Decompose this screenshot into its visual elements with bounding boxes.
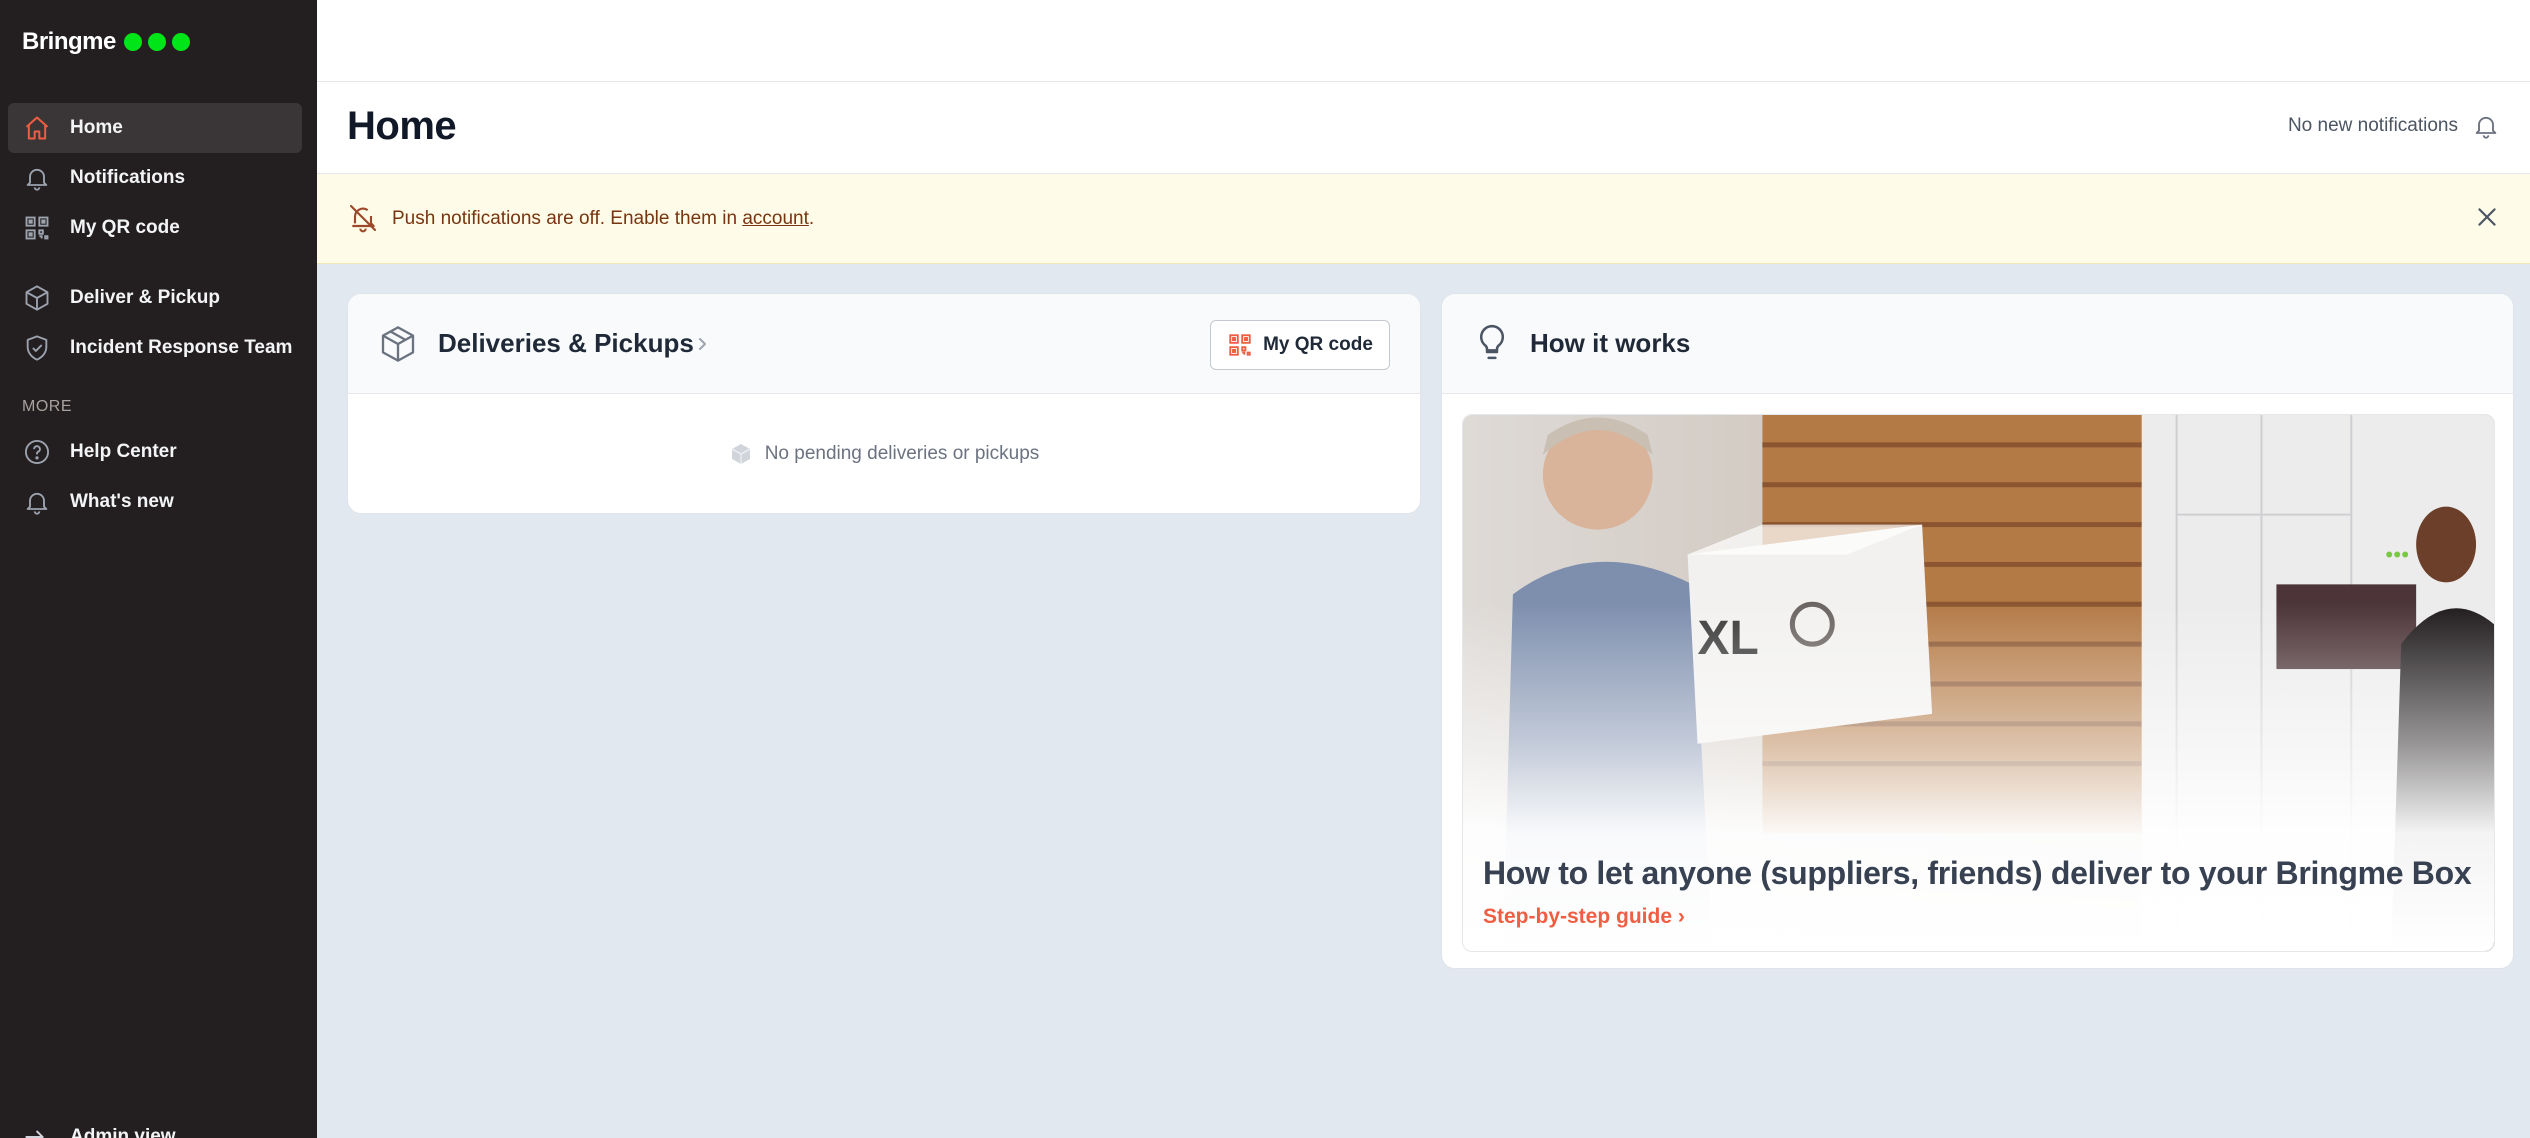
qr-code-icon [22, 213, 52, 243]
deliveries-card: Deliveries & Pickups My QR code No pendi… [347, 293, 1421, 514]
sidebar-item-notifications[interactable]: Notifications [8, 153, 302, 203]
how-it-works-header: How it works [1442, 294, 2513, 394]
chevron-right-icon[interactable] [691, 330, 715, 358]
empty-state: No pending deliveries or pickups [348, 442, 1420, 466]
sidebar: Bringme Home Notifications My QR code De… [0, 0, 317, 1138]
sidebar-item-label: Incident Response Team [70, 337, 293, 358]
arrow-right-icon [22, 1122, 52, 1138]
sidebar-item-label: Notifications [70, 167, 186, 188]
brand-dots [123, 33, 190, 51]
sidebar-item-deliver-pickup[interactable]: Deliver & Pickup [8, 273, 302, 323]
box-icon [381, 326, 415, 362]
sidebar-item-label: Help Center [70, 441, 177, 462]
brand-dot [171, 33, 190, 51]
deliveries-card-header: Deliveries & Pickups My QR code [348, 294, 1420, 394]
banner-text-end: . [808, 208, 815, 229]
how-it-works-title: How it works [1530, 328, 1691, 358]
sidebar-item-incident-response[interactable]: Incident Response Team [8, 323, 302, 373]
sidebar-item-label: Deliver & Pickup [70, 287, 220, 308]
brand-dot [123, 33, 142, 51]
step-by-step-link[interactable]: Step-by-step guide › [1483, 905, 1685, 929]
sidebar-item-label: What's new [70, 491, 174, 512]
top-bar [317, 0, 2530, 82]
brand-name: Bringme [22, 28, 116, 55]
account-link[interactable]: account [742, 208, 809, 229]
sidebar-item-whats-new[interactable]: What's new [8, 477, 302, 527]
banner-text: Push notifications are off. Enable them … [392, 208, 743, 229]
box-icon [22, 283, 52, 313]
close-icon [2478, 208, 2496, 226]
deliveries-title[interactable]: Deliveries & Pickups [438, 328, 694, 359]
bell-icon [22, 487, 52, 517]
sidebar-item-help-center[interactable]: Help Center [8, 427, 302, 477]
my-qr-code-label: My QR code [1263, 334, 1373, 355]
lightbulb-icon [1480, 324, 1504, 360]
banner-message: Push notifications are off. Enable them … [392, 208, 814, 230]
sidebar-section-more: MORE [22, 398, 72, 415]
shield-icon [22, 333, 52, 363]
qr-code-icon [1229, 334, 1251, 356]
admin-view-link[interactable]: Admin view [22, 1122, 176, 1138]
my-qr-code-button[interactable]: My QR code [1210, 320, 1390, 370]
close-banner-button[interactable] [2470, 200, 2504, 234]
help-icon [22, 437, 52, 467]
admin-view-label: Admin view [70, 1126, 176, 1138]
home-icon [22, 113, 52, 143]
push-notification-banner: Push notifications are off. Enable them … [317, 174, 2530, 264]
notifications-status-text: No new notifications [2287, 115, 2458, 136]
bell-off-icon [349, 204, 377, 233]
sidebar-item-label: Home [70, 117, 123, 138]
package-icon [731, 444, 751, 464]
bell-icon [2475, 116, 2497, 139]
sidebar-item-home[interactable]: Home [8, 103, 302, 153]
bell-icon [22, 163, 52, 193]
page-title: Home [347, 104, 457, 148]
brand-dot [147, 33, 166, 51]
empty-state-text: No pending deliveries or pickups [764, 443, 1040, 464]
guide-title: How to let anyone (suppliers, friends) d… [1483, 855, 2472, 891]
sidebar-item-label: My QR code [70, 217, 180, 238]
notifications-status[interactable]: No new notifications [2288, 112, 2500, 140]
how-it-works-card: How it works How to let anyone (supplier… [1441, 293, 2514, 969]
brand-logo[interactable]: Bringme [22, 28, 190, 56]
sidebar-item-qr-code[interactable]: My QR code [8, 203, 302, 253]
page-header: Home No new notifications [317, 82, 2530, 174]
guide-card[interactable]: XL How to let anyone (suppliers, friends… [1462, 414, 2495, 952]
